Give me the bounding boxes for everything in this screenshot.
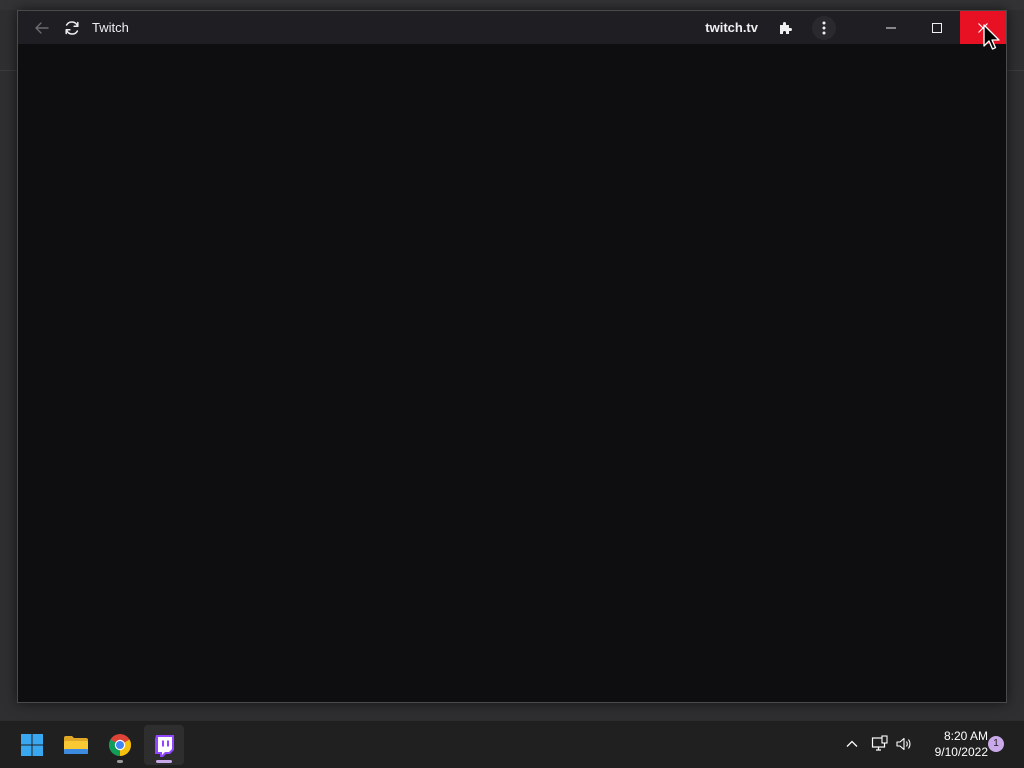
clock-date: 9/10/2022 — [934, 745, 988, 759]
twitch-active-indicator — [156, 760, 172, 763]
clock-button[interactable]: 8:20 AM 9/10/2022 — [918, 728, 988, 760]
title-bar[interactable]: Twitch twitch.tv — [18, 11, 1006, 44]
volume-button[interactable] — [893, 733, 915, 755]
show-hidden-icons-button[interactable] — [841, 733, 863, 755]
extensions-button[interactable] — [772, 14, 800, 42]
chevron-up-icon — [846, 740, 858, 747]
maximize-button[interactable] — [914, 11, 960, 44]
mouse-cursor-icon — [983, 24, 1000, 50]
chrome-running-indicator — [117, 760, 123, 763]
network-button[interactable] — [869, 733, 891, 755]
clock-time: 8:20 AM — [943, 729, 988, 743]
twitch-app-window: Twitch twitch.tv — [17, 10, 1007, 703]
chrome-icon — [109, 734, 131, 756]
file-explorer-button[interactable] — [56, 725, 96, 765]
minimize-button[interactable] — [868, 11, 914, 44]
twitch-taskbar-button[interactable] — [144, 725, 184, 765]
puzzle-icon — [780, 21, 792, 34]
minimize-icon — [886, 27, 896, 28]
web-content-area[interactable] — [18, 44, 1006, 702]
start-button[interactable] — [12, 725, 52, 765]
background-window-edge — [0, 0, 1024, 10]
refresh-button[interactable] — [58, 14, 86, 42]
app-title: Twitch — [92, 20, 129, 35]
refresh-icon — [65, 20, 79, 35]
file-explorer-icon — [64, 736, 88, 754]
kebab-menu-icon — [822, 21, 826, 34]
notification-badge[interactable]: 1 — [988, 736, 1004, 752]
back-button[interactable] — [28, 14, 56, 42]
twitch-icon — [155, 735, 174, 757]
domain-label: twitch.tv — [705, 20, 758, 35]
windows-start-icon — [21, 734, 43, 756]
chrome-button[interactable] — [100, 725, 140, 765]
speaker-icon — [896, 737, 911, 751]
more-menu-button[interactable] — [812, 15, 836, 40]
network-icon — [871, 735, 888, 751]
maximize-icon — [932, 22, 942, 33]
back-arrow-icon — [35, 21, 49, 34]
taskbar: 8:20 AM 9/10/2022 — [0, 720, 1024, 768]
